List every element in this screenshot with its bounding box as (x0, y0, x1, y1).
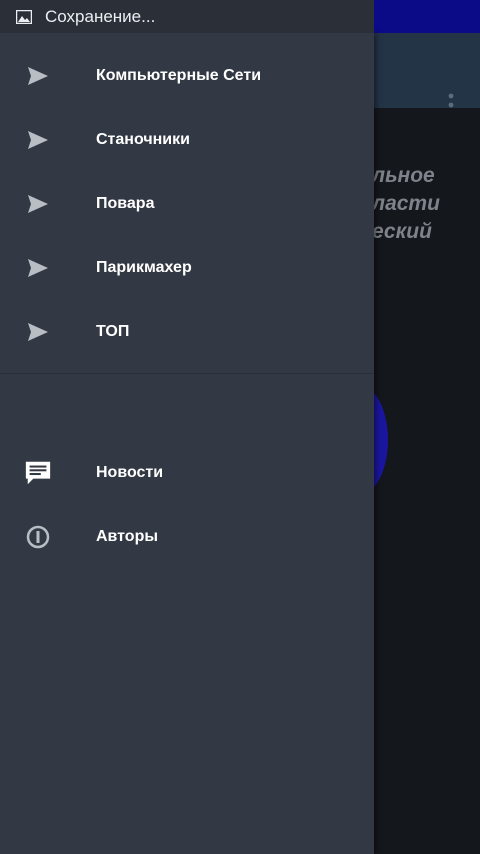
image-icon (16, 9, 32, 24)
drawer-item-label: ТОП (96, 323, 130, 340)
status-text: Сохранение... (45, 6, 156, 26)
chat-icon (24, 459, 52, 487)
drawer-item-machinists[interactable]: Станочники (0, 108, 374, 172)
drawer-item-label: Повара (96, 195, 155, 212)
send-icon (24, 318, 52, 346)
send-icon (24, 126, 52, 154)
background-text-line: ласти (372, 192, 440, 215)
drawer-item-news[interactable]: Новости (0, 441, 374, 505)
drawer-item-label: Станочники (96, 131, 190, 148)
drawer-item-label: Авторы (96, 528, 159, 545)
drawer-divider (0, 373, 374, 374)
drawer-item-computer-networks[interactable]: Компьютерные Сети (0, 44, 374, 108)
status-notification: Сохранение... (0, 0, 374, 33)
info-icon (24, 523, 52, 551)
drawer-item-hairdresser[interactable]: Парикмахер (0, 236, 374, 300)
send-icon (24, 62, 52, 90)
navigation-drawer: Компьютерные Сети Станочники Повара Пари… (0, 33, 374, 854)
send-icon (24, 254, 52, 282)
drawer-item-label: Парикмахер (96, 259, 192, 276)
background-text-line: еский (372, 220, 432, 243)
drawer-item-top[interactable]: ТОП (0, 300, 374, 364)
drawer-item-label: Компьютерные Сети (96, 67, 262, 84)
drawer-item-label: Новости (96, 464, 164, 481)
drawer-item-cooks[interactable]: Повара (0, 172, 374, 236)
drawer-item-authors[interactable]: Авторы (0, 505, 374, 569)
background-text-line: льное (372, 164, 435, 187)
send-icon (24, 190, 52, 218)
